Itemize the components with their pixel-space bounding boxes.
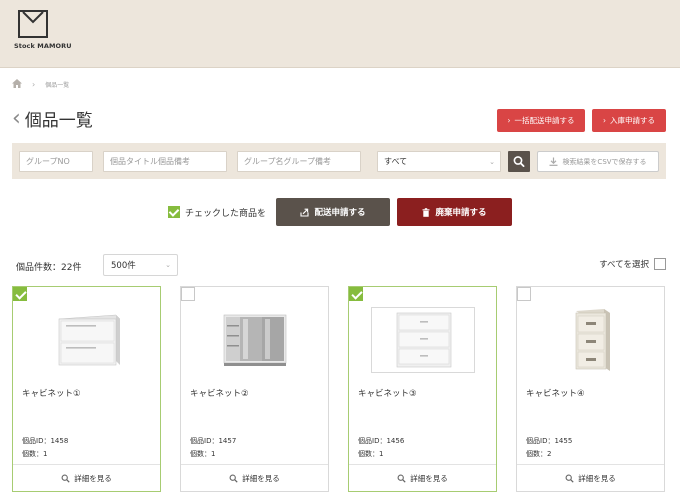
item-card[interactable]: キャビネット① 個品ID：1458 個数：1 詳細を見る — [12, 286, 161, 492]
view-detail-label: 詳細を見る — [74, 473, 112, 483]
item-card[interactable]: キャビネット④ 個品ID：1455 個数：2 詳細を見る — [516, 286, 665, 492]
item-name: キャビネット④ — [526, 389, 585, 399]
logo-text: Stock MAMORU — [14, 42, 72, 50]
csv-save-button[interactable]: 検索結果をCSVで保存する — [537, 151, 659, 172]
item-id: 個品ID：1458 — [22, 437, 69, 445]
magnifier-icon — [397, 474, 406, 483]
select-all[interactable]: すべてを選択 — [599, 258, 666, 270]
magnifier-icon — [61, 474, 70, 483]
group-name-input[interactable]: グループ名グループ備考 — [237, 151, 361, 172]
item-name: キャビネット③ — [358, 389, 417, 399]
item-qty: 個数：1 — [190, 450, 216, 458]
item-count: 個品件数：22件 — [16, 263, 82, 273]
item-image-cabinet-3 — [371, 307, 475, 373]
search-icon — [513, 156, 525, 168]
item-qty: 個数：1 — [22, 450, 48, 458]
magnifier-icon — [229, 474, 238, 483]
item-id: 個品ID：1456 — [358, 437, 405, 445]
list-controls: 個品件数：22件 500件 ⌄ すべてを選択 — [0, 254, 680, 276]
dispose-request-label: 廃棄申請する — [435, 208, 487, 218]
warehouse-request-button[interactable]: › 入庫申請する — [592, 109, 666, 132]
item-card[interactable]: キャビネット② 個品ID：1457 個数：1 詳細を見る — [180, 286, 329, 492]
ship-request-button[interactable]: 配送申請する — [276, 198, 390, 226]
item-image-cabinet-1 — [46, 305, 126, 371]
view-detail-button[interactable]: 詳細を見る — [13, 464, 160, 491]
title-input[interactable]: 個品タイトル個品備考 — [103, 151, 227, 172]
item-qty: 個数：1 — [358, 450, 384, 458]
checked-indicator — [168, 206, 180, 218]
title-placeholder: 個品タイトル個品備考 — [110, 157, 190, 166]
download-icon — [549, 157, 558, 166]
view-detail-label: 詳細を見る — [410, 473, 448, 483]
page-title: 個品一覧 — [24, 111, 93, 131]
bulk-ship-button[interactable]: › 一括配送申請する — [497, 109, 585, 132]
bulk-action-row: チェックした商品を 配送申請する 廃棄申請する — [0, 198, 680, 226]
chevron-down-icon: ⌄ — [489, 157, 495, 166]
site-header: Stock MAMORU — [0, 0, 680, 68]
chevron-right-icon: › — [32, 79, 36, 89]
item-image-cabinet-4 — [550, 305, 630, 371]
item-checkbox[interactable] — [517, 287, 531, 301]
group-name-placeholder: グループ名グループ備考 — [244, 157, 332, 166]
logo-mark — [18, 10, 48, 38]
group-no-placeholder: グループNO — [26, 157, 70, 166]
item-id: 個品ID：1457 — [190, 437, 237, 445]
filter-bar: グループNO 個品タイトル個品備考 グループ名グループ備考 すべて ⌄ 検索結果… — [12, 143, 666, 179]
title-row: ‹ 個品一覧 — [12, 106, 93, 131]
magnifier-icon — [565, 474, 574, 483]
item-meta: 個品ID：1455 個数：2 — [526, 435, 572, 461]
item-id: 個品ID：1455 — [526, 437, 573, 445]
ship-request-label: 配送申請する — [314, 208, 366, 218]
trash-icon — [422, 207, 430, 217]
chevron-right-icon: › — [603, 116, 606, 125]
dispose-request-button[interactable]: 廃棄申請する — [397, 198, 512, 226]
item-checkbox[interactable] — [349, 287, 363, 301]
view-detail-label: 詳細を見る — [242, 473, 280, 483]
chevron-down-icon: ⌄ — [165, 261, 171, 269]
chevron-right-icon: › — [507, 116, 511, 125]
search-button[interactable] — [508, 151, 530, 172]
logo[interactable]: Stock MAMORU — [14, 10, 72, 54]
select-all-label: すべてを選択 — [599, 260, 649, 270]
item-checkbox[interactable] — [13, 287, 27, 301]
per-page-value: 500件 — [111, 261, 136, 271]
item-name: キャビネット① — [22, 389, 81, 399]
item-checkbox[interactable] — [181, 287, 195, 301]
item-name: キャビネット② — [190, 389, 249, 399]
filter-select-value: すべて — [384, 157, 408, 166]
filter-select[interactable]: すべて ⌄ — [377, 151, 501, 172]
breadcrumb-current: 個品一覧 — [45, 81, 70, 89]
per-page-select[interactable]: 500件 ⌄ — [103, 254, 178, 276]
csv-save-label: 検索結果をCSVで保存する — [562, 157, 647, 166]
group-no-input[interactable]: グループNO — [19, 151, 93, 172]
item-image-cabinet-2 — [214, 305, 294, 371]
chevron-left-icon[interactable]: ‹ — [12, 107, 21, 129]
view-detail-label: 詳細を見る — [578, 473, 616, 483]
home-icon[interactable] — [12, 78, 22, 90]
warehouse-request-label: 入庫申請する — [610, 116, 655, 125]
select-all-checkbox[interactable] — [654, 258, 666, 270]
export-icon — [300, 208, 310, 217]
bulk-ship-label: 一括配送申請する — [514, 116, 575, 125]
view-detail-button[interactable]: 詳細を見る — [349, 464, 496, 491]
item-meta: 個品ID：1457 個数：1 — [190, 435, 236, 461]
view-detail-button[interactable]: 詳細を見る — [517, 464, 664, 491]
item-qty: 個数：2 — [526, 450, 552, 458]
item-meta: 個品ID：1458 個数：1 — [22, 435, 68, 461]
checked-items-label: チェックした商品を — [185, 209, 267, 219]
item-meta: 個品ID：1456 個数：1 — [358, 435, 404, 461]
breadcrumb: › 個品一覧 — [12, 78, 69, 90]
view-detail-button[interactable]: 詳細を見る — [181, 464, 328, 491]
item-card[interactable]: キャビネット③ 個品ID：1456 個数：1 詳細を見る — [348, 286, 497, 492]
